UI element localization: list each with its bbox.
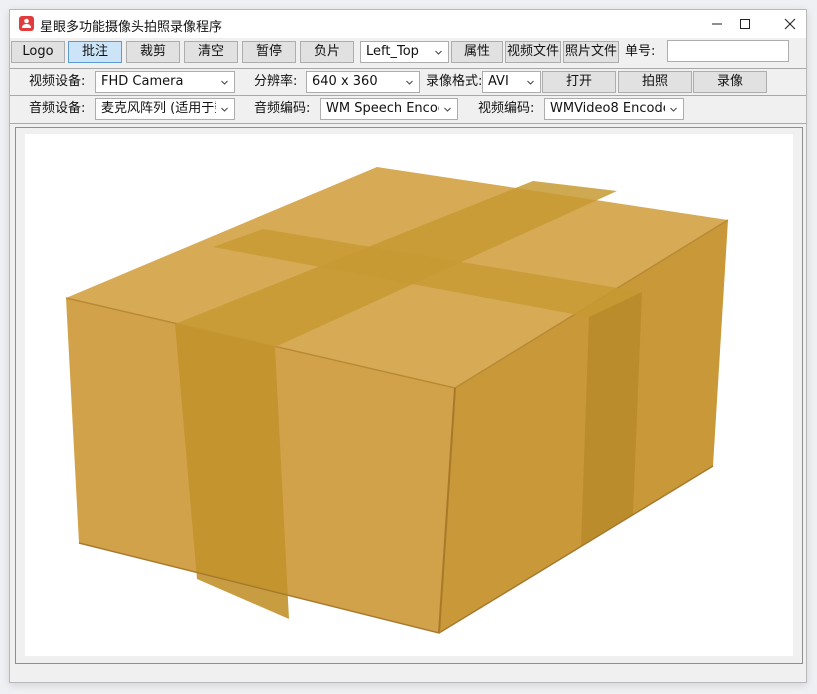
app-window: 星眼多功能摄像头拍照录像程序 Logo 批注 裁剪 清空 暂停 负片 Left_… bbox=[9, 9, 807, 683]
chevron-down-icon bbox=[435, 50, 442, 55]
audio-device-select[interactable]: 麦克风阵列 (适用于数 bbox=[95, 98, 235, 120]
audio-codec-select[interactable]: WM Speech Encoder bbox=[320, 98, 458, 120]
video-codec-value: WMVideo8 Encoder bbox=[550, 101, 665, 116]
resolution-value: 640 x 360 bbox=[312, 74, 378, 89]
position-select-value: Left_Top bbox=[366, 44, 419, 59]
toolbar-audio: 音频设备: 麦克风阵列 (适用于数 音频编码: WM Speech Encode… bbox=[10, 96, 806, 124]
resolution-select[interactable]: 640 x 360 bbox=[306, 71, 420, 93]
video-files-button[interactable]: 视频文件 bbox=[505, 41, 561, 63]
record-format-select[interactable]: AVI bbox=[482, 71, 541, 93]
order-number-label: 单号: bbox=[625, 44, 656, 59]
properties-button[interactable]: 属性 bbox=[451, 41, 503, 63]
take-photo-button[interactable]: 拍照 bbox=[618, 71, 692, 93]
maximize-icon bbox=[740, 19, 750, 29]
maximize-button[interactable] bbox=[722, 10, 768, 38]
audio-device-value: 麦克风阵列 (适用于数 bbox=[101, 101, 216, 116]
audio-codec-value: WM Speech Encoder bbox=[326, 101, 439, 116]
preview-frame bbox=[15, 127, 803, 664]
person-icon bbox=[19, 16, 34, 31]
video-codec-label: 视频编码: bbox=[478, 101, 535, 116]
toolbar-main: Logo 批注 裁剪 清空 暂停 负片 Left_Top 属性 视频文件 照片文… bbox=[10, 38, 806, 66]
record-format-value: AVI bbox=[488, 74, 509, 89]
chevron-down-icon bbox=[221, 80, 228, 85]
chevron-down-icon bbox=[406, 80, 413, 85]
video-codec-select[interactable]: WMVideo8 Encoder bbox=[544, 98, 684, 120]
crop-button[interactable]: 裁剪 bbox=[126, 41, 180, 63]
position-select[interactable]: Left_Top bbox=[360, 41, 449, 63]
annotate-button[interactable]: 批注 bbox=[68, 41, 122, 63]
toolbar-video: 视频设备: FHD Camera 分辨率: 640 x 360 录像格式: AV… bbox=[10, 68, 806, 96]
audio-codec-label: 音频编码: bbox=[254, 101, 311, 116]
cardboard-box-image bbox=[65, 167, 729, 634]
title-bar: 星眼多功能摄像头拍照录像程序 bbox=[10, 10, 806, 38]
audio-device-label: 音频设备: bbox=[29, 101, 86, 116]
record-format-label: 录像格式: bbox=[426, 74, 483, 89]
window-title: 星眼多功能摄像头拍照录像程序 bbox=[40, 20, 223, 35]
video-device-value: FHD Camera bbox=[101, 74, 184, 89]
video-device-select[interactable]: FHD Camera bbox=[95, 71, 235, 93]
close-button[interactable] bbox=[767, 10, 813, 38]
clear-button[interactable]: 清空 bbox=[184, 41, 238, 63]
video-device-label: 视频设备: bbox=[29, 74, 86, 89]
order-number-input[interactable] bbox=[667, 40, 789, 62]
logo-button[interactable]: Logo bbox=[11, 41, 65, 63]
chevron-down-icon bbox=[444, 107, 451, 112]
negative-button[interactable]: 负片 bbox=[300, 41, 354, 63]
camera-preview[interactable] bbox=[25, 134, 793, 656]
chevron-down-icon bbox=[670, 107, 677, 112]
chevron-down-icon bbox=[221, 107, 228, 112]
close-icon bbox=[784, 18, 796, 30]
resolution-label: 分辨率: bbox=[254, 74, 298, 89]
chevron-down-icon bbox=[527, 80, 534, 85]
open-button[interactable]: 打开 bbox=[542, 71, 616, 93]
photo-files-button[interactable]: 照片文件 bbox=[563, 41, 619, 63]
record-button[interactable]: 录像 bbox=[693, 71, 767, 93]
pause-button[interactable]: 暂停 bbox=[242, 41, 296, 63]
